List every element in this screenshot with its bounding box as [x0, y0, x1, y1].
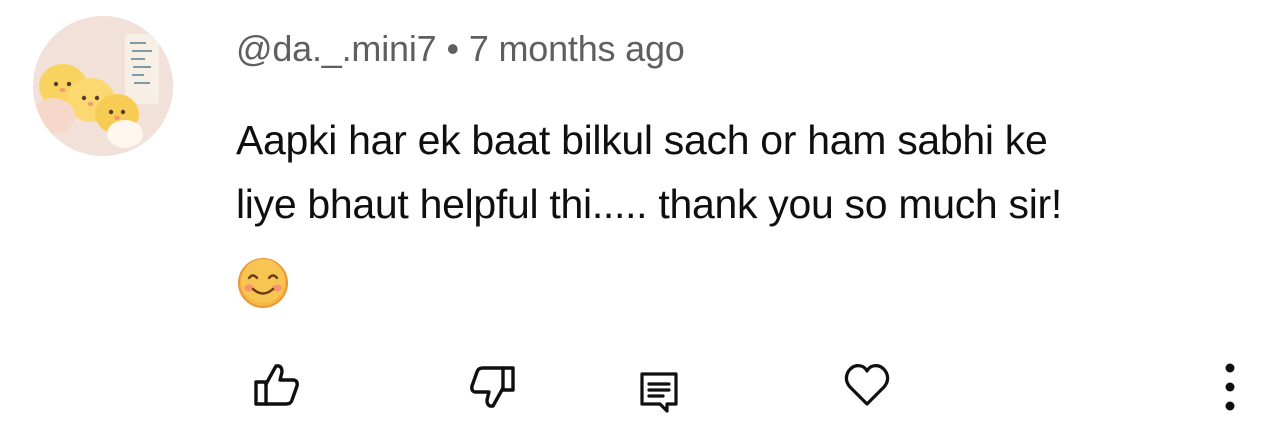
- reply-comment-icon[interactable]: [637, 370, 681, 414]
- comment-meta: @da._.mini7 • 7 months ago: [236, 28, 685, 70]
- meta-separator: •: [446, 28, 459, 69]
- timestamp: 7 months ago: [468, 28, 685, 69]
- comment-text-line: liye bhaut helpful thi..... thank you so…: [236, 181, 1062, 227]
- avatar[interactable]: [33, 16, 173, 156]
- comment-card: @da._.mini7 • 7 months ago Aapki har ek ba…: [0, 0, 1280, 445]
- heart-icon[interactable]: [842, 360, 892, 410]
- thumbs-down-icon[interactable]: [467, 362, 517, 412]
- more-vertical-icon[interactable]: [1212, 358, 1248, 416]
- smiling-face-emoji: [238, 258, 288, 308]
- avatar-image: [33, 16, 173, 156]
- comment-text-line: Aapki har ek baat bilkul sach or ham sab…: [236, 117, 1048, 163]
- comment-text: Aapki har ek baat bilkul sach or ham sab…: [236, 108, 1236, 236]
- thumbs-up-icon[interactable]: [252, 360, 302, 410]
- author-name[interactable]: @da._.mini7: [236, 28, 437, 69]
